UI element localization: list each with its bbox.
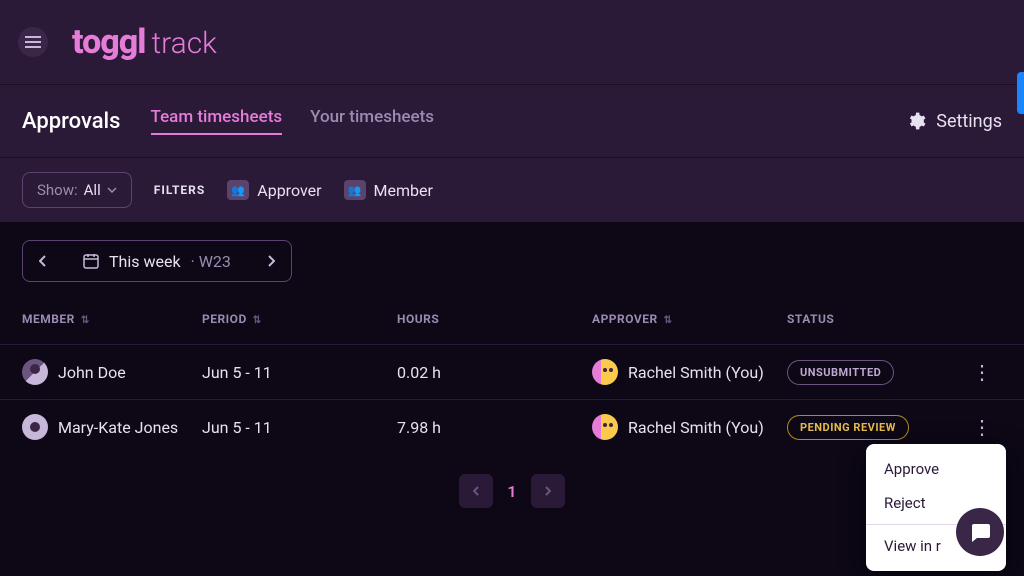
cell-approver: Rachel Smith (You): [592, 359, 787, 385]
settings-label: Settings: [936, 111, 1002, 132]
cell-hours: 0.02 h: [397, 363, 592, 382]
col-header-member[interactable]: MEMBER⇅: [22, 312, 202, 326]
settings-button[interactable]: Settings: [906, 111, 1002, 132]
prev-period-button[interactable]: [23, 241, 63, 281]
period-nav: This week · W23: [0, 222, 1024, 300]
status-badge: UNSUBMITTED: [787, 360, 894, 385]
filter-member[interactable]: 👥 Member: [344, 180, 433, 200]
chevron-right-icon: [267, 255, 275, 267]
sort-icon: ⇅: [81, 315, 90, 326]
avatar: [592, 359, 618, 385]
chevron-right-icon: [544, 486, 551, 496]
next-period-button[interactable]: [251, 241, 291, 281]
page-title: Approvals: [22, 109, 121, 134]
period-display[interactable]: This week · W23: [63, 252, 251, 271]
tab-team-timesheets[interactable]: Team timesheets: [151, 107, 283, 135]
filters-label: FILTERS: [154, 183, 206, 197]
cell-hours: 7.98 h: [397, 418, 592, 437]
prev-page-button[interactable]: [459, 474, 493, 508]
cell-approver: Rachel Smith (You): [592, 414, 787, 440]
logo-toggl: toggl: [72, 22, 145, 62]
period-label: This week: [109, 252, 181, 271]
chat-icon: [968, 520, 992, 544]
filter-approver[interactable]: 👥 Approver: [227, 180, 321, 200]
col-header-approver[interactable]: APPROVER⇅: [592, 312, 787, 326]
status-badge: PENDING REVIEW: [787, 415, 909, 440]
filter-member-label: Member: [374, 181, 433, 200]
logo-track: track: [151, 26, 216, 61]
people-icon: 👥: [227, 180, 249, 200]
chevron-left-icon: [39, 255, 47, 267]
period-selector: This week · W23: [22, 240, 292, 282]
avatar: [22, 359, 48, 385]
topbar: toggl track: [0, 0, 1024, 84]
ctx-approve[interactable]: Approve: [866, 452, 1006, 486]
tab-your-timesheets[interactable]: Your timesheets: [310, 107, 434, 135]
logo: toggl track: [72, 22, 217, 62]
sort-icon: ⇅: [253, 315, 262, 326]
cell-status: UNSUBMITTED: [787, 360, 962, 385]
page-header: Approvals Team timesheets Your timesheet…: [0, 84, 1024, 157]
hamburger-icon: [25, 36, 41, 48]
col-header-period[interactable]: PERIOD⇅: [202, 312, 397, 326]
filter-bar: Show: All FILTERS 👥 Approver 👥 Member: [0, 157, 1024, 222]
show-filter[interactable]: Show: All: [22, 172, 132, 208]
scroll-indicator: [1017, 72, 1024, 114]
avatar: [22, 414, 48, 440]
col-header-status[interactable]: STATUS: [787, 312, 962, 326]
sort-icon: ⇅: [664, 315, 673, 326]
cell-member: Mary-Kate Jones: [22, 414, 202, 440]
menu-button[interactable]: [18, 27, 48, 57]
cell-period: Jun 5 - 11: [202, 418, 397, 437]
period-week: · W23: [191, 252, 231, 271]
avatar: [592, 414, 618, 440]
chevron-down-icon: [107, 187, 117, 193]
cell-status: PENDING REVIEW: [787, 415, 962, 440]
next-page-button[interactable]: [531, 474, 565, 508]
show-value: All: [84, 181, 101, 199]
row-actions-button[interactable]: ⋮: [962, 360, 1002, 384]
gear-icon: [906, 111, 926, 131]
calendar-icon: [83, 253, 99, 269]
show-prefix: Show:: [37, 181, 78, 199]
cell-period: Jun 5 - 11: [202, 363, 397, 382]
table-header: MEMBER⇅ PERIOD⇅ HOURS APPROVER⇅ STATUS: [0, 300, 1024, 344]
chevron-left-icon: [473, 486, 480, 496]
table-row: John Doe Jun 5 - 11 0.02 h Rachel Smith …: [0, 344, 1024, 399]
row-actions-button[interactable]: ⋮: [962, 415, 1002, 439]
page-number[interactable]: 1: [507, 482, 516, 501]
filter-approver-label: Approver: [257, 181, 321, 200]
people-icon: 👥: [344, 180, 366, 200]
chat-fab[interactable]: [956, 508, 1004, 556]
cell-member: John Doe: [22, 359, 202, 385]
col-header-hours[interactable]: HOURS: [397, 312, 592, 326]
tabs: Team timesheets Your timesheets: [151, 107, 907, 135]
